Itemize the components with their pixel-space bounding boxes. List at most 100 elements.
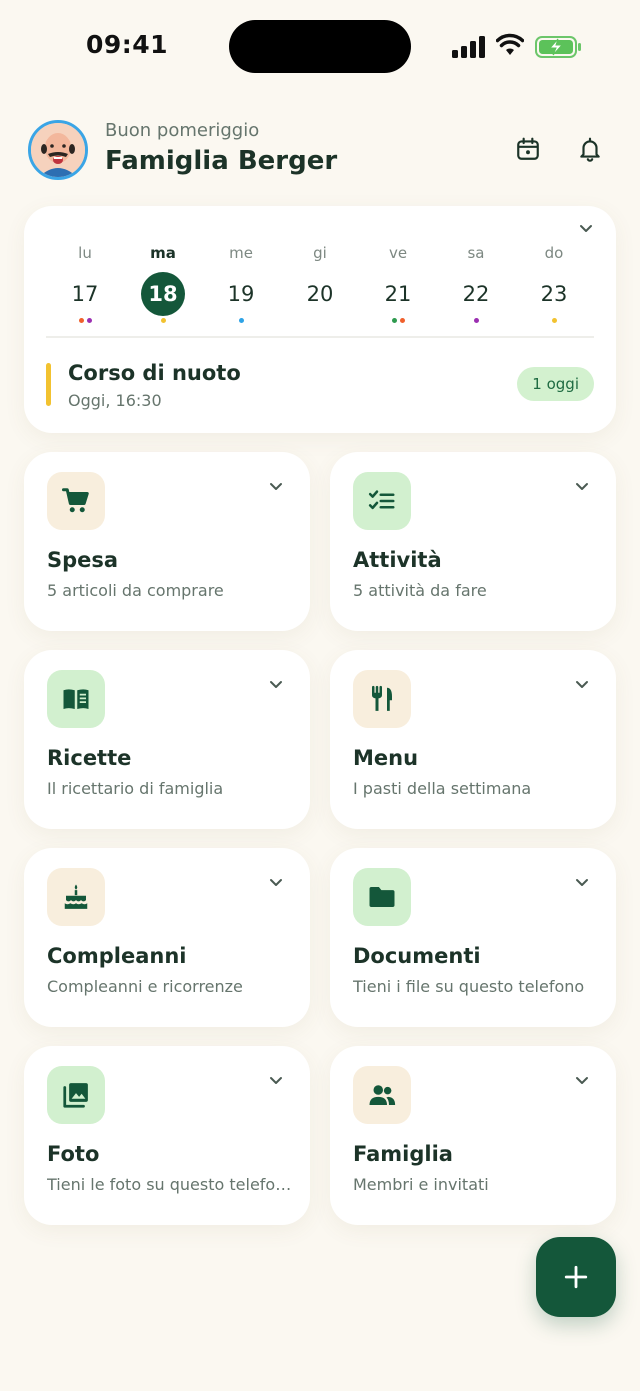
event-dots (216, 318, 266, 324)
calendar-day[interactable]: ve 21 (373, 244, 423, 324)
bell-icon (580, 137, 600, 162)
calendar-day[interactable]: do 23 (529, 244, 579, 324)
avatar-illustration (31, 123, 85, 177)
event-time: Oggi, 16:30 (68, 391, 162, 410)
tile-menu[interactable]: Menu I pasti della settimana (330, 650, 616, 829)
plus-icon (564, 1265, 588, 1289)
event-dots (373, 318, 423, 324)
greeting-text: Buon pomeriggio (105, 120, 260, 141)
event-dot (86, 318, 92, 323)
tile-title: Spesa (47, 548, 119, 572)
weekday-label: sa (467, 244, 485, 262)
book-icon (63, 689, 89, 709)
tile-subtitle: 5 attività da fare (353, 581, 487, 600)
dynamic-island (229, 20, 411, 73)
event-dots (60, 318, 110, 324)
weekday-label: lu (78, 244, 92, 262)
day-number: 19 (227, 282, 255, 306)
tile-subtitle: I pasti della settimana (353, 779, 532, 798)
calendar-button[interactable] (511, 132, 545, 166)
weekday-label: gi (313, 244, 327, 262)
day-number: 18 (141, 272, 185, 316)
tile-subtitle: Il ricettario di famiglia (47, 779, 224, 798)
day-number: 17 (71, 282, 99, 306)
tile-subtitle: Tieni i file su questo telefono (353, 977, 585, 996)
weekday-label: me (229, 244, 253, 262)
weekday-label: ve (388, 244, 408, 262)
tile-documents[interactable]: Documenti Tieni i file su questo telefon… (330, 848, 616, 1027)
day-number: 22 (462, 282, 490, 306)
folder-icon (369, 887, 395, 907)
chevron-down-icon[interactable] (574, 878, 590, 888)
calendar-icon (517, 137, 539, 160)
cellular-signal-icon (452, 36, 485, 58)
tile-title: Attività (353, 548, 442, 572)
weekday-label: ma (150, 244, 176, 262)
event-dot (551, 318, 557, 323)
avatar[interactable] (28, 120, 88, 180)
tile-title: Foto (47, 1142, 100, 1166)
page-title: Famiglia Berger (105, 146, 338, 176)
tile-icon-bg (353, 868, 411, 926)
tile-icon-bg (47, 868, 105, 926)
battery-charging-icon (535, 36, 581, 58)
wifi-icon (496, 33, 524, 55)
notifications-button[interactable] (573, 132, 607, 166)
tile-birthdays[interactable]: Compleanni Compleanni e ricorrenze (24, 848, 310, 1027)
people-icon (369, 1085, 396, 1105)
cutlery-icon (372, 685, 392, 711)
tile-photos[interactable]: Foto Tieni le foto su questo telefono (24, 1046, 310, 1225)
tile-title: Documenti (353, 944, 481, 968)
chevron-down-icon[interactable] (576, 222, 596, 236)
event-dot (473, 318, 479, 323)
event-dots (138, 318, 188, 324)
tile-tasks[interactable]: Attività 5 attività da fare (330, 452, 616, 631)
photo-library-icon (63, 1083, 88, 1108)
tile-icon-bg (47, 472, 105, 530)
chevron-down-icon[interactable] (574, 680, 590, 690)
today-count-badge: 1 oggi (517, 367, 594, 401)
tile-title: Menu (353, 746, 419, 770)
tile-icon-bg (353, 1066, 411, 1124)
weekday-label: do (544, 244, 564, 262)
event-dot (78, 318, 84, 323)
calendar-day[interactable]: sa 22 (451, 244, 501, 324)
tile-icon-bg (47, 1066, 105, 1124)
event-dot (399, 318, 405, 323)
tile-family[interactable]: Famiglia Membri e invitati (330, 1046, 616, 1225)
event-dot (238, 318, 244, 323)
tile-recipes[interactable]: Ricette Il ricettario di famiglia (24, 650, 310, 829)
tile-title: Famiglia (353, 1142, 453, 1166)
event-title[interactable]: Corso di nuoto (68, 361, 241, 385)
tile-subtitle: Compleanni e ricorrenze (47, 977, 243, 996)
chevron-down-icon[interactable] (574, 482, 590, 492)
day-number: 21 (384, 282, 412, 306)
calendar-day[interactable]: lu 17 (60, 244, 110, 324)
chevron-down-icon[interactable] (268, 1076, 284, 1086)
divider (46, 336, 594, 338)
week-calendar-card[interactable]: lu 17 ma 18 me 19 gi 20 ve 21 sa 22 do 2… (24, 206, 616, 433)
tile-subtitle: Tieni le foto su questo telefono (47, 1175, 292, 1194)
event-color-bar (46, 363, 51, 406)
status-bar: 09:41 (0, 0, 640, 96)
tile-title: Ricette (47, 746, 132, 770)
calendar-day-selected[interactable]: ma 18 (138, 244, 188, 324)
add-button[interactable] (536, 1237, 616, 1317)
chevron-down-icon[interactable] (268, 482, 284, 492)
cake-icon (64, 884, 88, 909)
chevron-down-icon[interactable] (268, 680, 284, 690)
calendar-day[interactable]: gi 20 (295, 244, 345, 324)
cart-icon (62, 488, 89, 513)
event-dot (391, 318, 397, 323)
tile-icon-bg (47, 670, 105, 728)
tile-icon-bg (353, 472, 411, 530)
event-dots (451, 318, 501, 324)
status-time: 09:41 (86, 30, 169, 59)
chevron-down-icon[interactable] (268, 878, 284, 888)
chevron-down-icon[interactable] (574, 1076, 590, 1086)
calendar-day[interactable]: me 19 (216, 244, 266, 324)
tile-shopping[interactable]: Spesa 5 articoli da comprare (24, 452, 310, 631)
day-number: 20 (306, 282, 334, 306)
event-dots (295, 318, 345, 324)
tile-icon-bg (353, 670, 411, 728)
